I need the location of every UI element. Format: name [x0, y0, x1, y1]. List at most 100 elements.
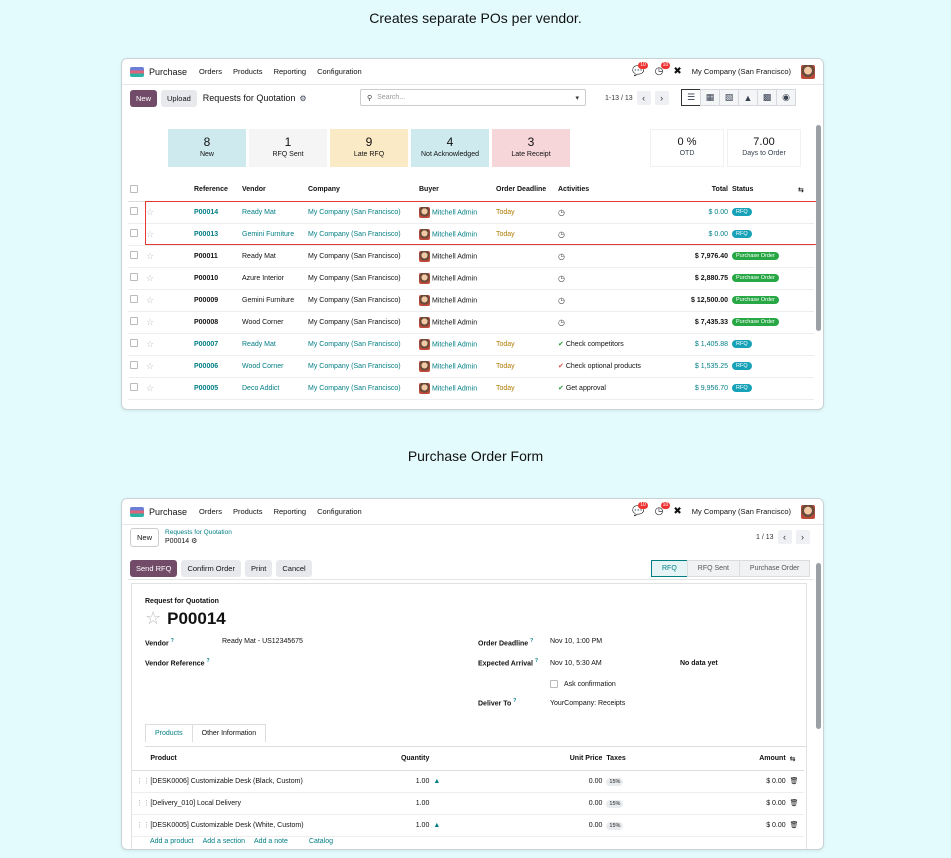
row-checkbox[interactable]	[130, 361, 138, 369]
priority-star-icon[interactable]: ☆	[146, 251, 154, 261]
cell-unit-price[interactable]: 0.00	[453, 792, 607, 815]
col-company[interactable]: Company	[308, 179, 419, 202]
ask-confirmation-checkbox[interactable]	[550, 680, 558, 688]
cell-company[interactable]: My Company (San Francisco)	[308, 377, 419, 400]
cell-unit-price[interactable]: 0.00	[453, 770, 607, 793]
company-switcher[interactable]: My Company (San Francisco)	[692, 507, 791, 516]
col-vendor[interactable]: Vendor	[242, 179, 308, 202]
activity-check-icon[interactable]: ✔	[558, 341, 564, 348]
row-checkbox[interactable]	[130, 383, 138, 391]
print-button[interactable]: Print	[244, 560, 273, 577]
col-order-deadline[interactable]: Order Deadline	[496, 179, 558, 202]
menu-configuration[interactable]: Configuration	[317, 507, 362, 516]
order-line-row[interactable]: ⋮⋮ [DESK0005] Customizable Desk (White, C…	[132, 814, 804, 837]
tab-other-information[interactable]: Other Information	[191, 724, 267, 742]
cell-company[interactable]: My Company (San Francisco)	[308, 333, 419, 356]
table-row[interactable]: ☆ P00008 Wood Corner My Company (San Franci…	[128, 311, 814, 334]
delete-line-icon[interactable]: 🗑	[789, 814, 804, 837]
delete-line-icon[interactable]: 🗑	[789, 792, 804, 815]
cell-buyer[interactable]: Mitchell Admin	[432, 341, 477, 348]
cell-vendor[interactable]: Gemini Furniture	[242, 289, 308, 312]
activity-clock-icon[interactable]: ◷	[558, 274, 565, 283]
col-product[interactable]: Product	[150, 748, 385, 771]
cell-buyer[interactable]: Mitchell Admin	[432, 385, 477, 392]
order-line-row[interactable]: ⋮⋮ [Delivery_010] Local Delivery 1.00 0.00 1…	[132, 792, 804, 815]
send-rfq-button[interactable]: Send RFQ	[130, 560, 178, 577]
cell-quantity[interactable]: 1.00	[384, 770, 434, 793]
column-settings-icon[interactable]: ⇆	[789, 748, 804, 771]
cell-reference[interactable]: P00010	[194, 267, 242, 290]
cell-reference[interactable]: P00008	[194, 311, 242, 334]
cell-quantity[interactable]: 1.00	[384, 814, 434, 837]
activity-clock-icon[interactable]: ◷	[558, 252, 565, 261]
tab-products[interactable]: Products	[145, 724, 193, 742]
gear-icon[interactable]: ⚙	[299, 94, 306, 103]
user-avatar[interactable]	[801, 64, 815, 79]
cell-vendor[interactable]: Wood Corner	[242, 355, 308, 378]
vendor-reference-field[interactable]	[222, 658, 422, 668]
add-product-link[interactable]: Add a product	[150, 838, 194, 845]
priority-star-icon[interactable]: ☆	[146, 317, 154, 327]
menu-products[interactable]: Products	[233, 67, 263, 76]
search-toggle-icon[interactable]: ▾	[575, 94, 579, 102]
cell-company[interactable]: My Company (San Francisco)	[308, 245, 419, 268]
next-record-icon[interactable]: ›	[795, 530, 810, 544]
priority-star-icon[interactable]: ☆	[146, 295, 154, 305]
cell-company[interactable]: My Company (San Francisco)	[308, 289, 419, 312]
cell-vendor[interactable]: Ready Mat	[242, 245, 308, 268]
order-line-row[interactable]: ⋮⋮ [DESK0006] Customizable Desk (Black, C…	[132, 770, 804, 793]
upload-button[interactable]: Upload	[161, 89, 197, 107]
cell-company[interactable]: My Company (San Francisco)	[308, 311, 419, 334]
drag-handle-icon[interactable]: ⋮⋮	[132, 770, 151, 793]
cell-vendor[interactable]: Wood Corner	[242, 311, 308, 334]
favorite-star-icon[interactable]: ☆	[145, 608, 161, 629]
table-row[interactable]: ☆ P00006 Wood Corner My Company (San Franci…	[128, 355, 814, 378]
menu-reporting[interactable]: Reporting	[274, 507, 307, 516]
app-name[interactable]: Purchase	[149, 507, 187, 517]
row-checkbox[interactable]	[130, 273, 138, 281]
activity-clock-icon[interactable]: ◷	[558, 296, 565, 305]
calendar-view-icon[interactable]: ▩	[757, 89, 777, 106]
form-scrollbar[interactable]	[816, 563, 821, 729]
cell-buyer[interactable]: Mitchell Admin	[432, 297, 477, 304]
col-reference[interactable]: Reference	[194, 179, 242, 202]
gear-icon[interactable]: ⚙	[191, 538, 197, 545]
priority-star-icon[interactable]: ☆	[146, 273, 154, 283]
col-total[interactable]: Total	[668, 179, 732, 202]
row-checkbox[interactable]	[130, 295, 138, 303]
user-avatar[interactable]	[801, 504, 815, 519]
new-button[interactable]: New	[130, 528, 160, 547]
prev-page-icon[interactable]: ‹	[636, 91, 651, 105]
status-purchase-order[interactable]: Purchase Order	[738, 560, 811, 577]
activity-summary[interactable]: Check optional products	[566, 363, 641, 370]
expected-arrival-field[interactable]: Nov 10, 5:30 AM	[550, 660, 602, 667]
activity-clock-icon[interactable]: ◷	[558, 318, 565, 327]
row-checkbox[interactable]	[130, 317, 138, 325]
list-scrollbar[interactable]	[816, 125, 821, 331]
confirm-order-button[interactable]: Confirm Order	[181, 560, 241, 577]
table-row[interactable]: ☆ P00007 Ready Mat My Company (San Francisc…	[128, 333, 814, 356]
cell-reference[interactable]: P00011	[194, 245, 242, 268]
cell-unit-price[interactable]: 0.00	[453, 814, 607, 837]
row-checkbox[interactable]	[130, 339, 138, 347]
cell-quantity[interactable]: 1.00	[384, 792, 434, 815]
priority-star-icon[interactable]: ☆	[146, 339, 154, 349]
row-checkbox[interactable]	[130, 229, 138, 237]
cell-product[interactable]: [Delivery_010] Local Delivery	[150, 792, 385, 815]
forecast-chart-icon[interactable]: ▲	[433, 822, 440, 829]
activity-view-icon[interactable]: ◉	[776, 89, 796, 106]
vendor-field[interactable]: Ready Mat - US12345675	[222, 638, 303, 645]
cell-reference[interactable]: P00007	[194, 333, 242, 356]
pivot-view-icon[interactable]: ▧	[719, 89, 739, 106]
card-rfq-sent[interactable]: 1 RFQ Sent	[249, 129, 327, 167]
forecast-chart-icon[interactable]: ▲	[433, 778, 440, 785]
cell-company[interactable]: My Company (San Francisco)	[308, 355, 419, 378]
pager-value[interactable]: 1 / 13	[756, 534, 774, 541]
activity-check-icon[interactable]: ✔	[558, 385, 564, 392]
tax-badge[interactable]: 15%	[606, 777, 624, 786]
catalog-link[interactable]: Catalog	[309, 838, 333, 845]
order-deadline-field[interactable]: Nov 10, 1:00 PM	[550, 638, 602, 645]
add-section-link[interactable]: Add a section	[203, 838, 245, 845]
drag-handle-icon[interactable]: ⋮⋮	[132, 814, 151, 837]
company-switcher[interactable]: My Company (San Francisco)	[692, 67, 791, 76]
